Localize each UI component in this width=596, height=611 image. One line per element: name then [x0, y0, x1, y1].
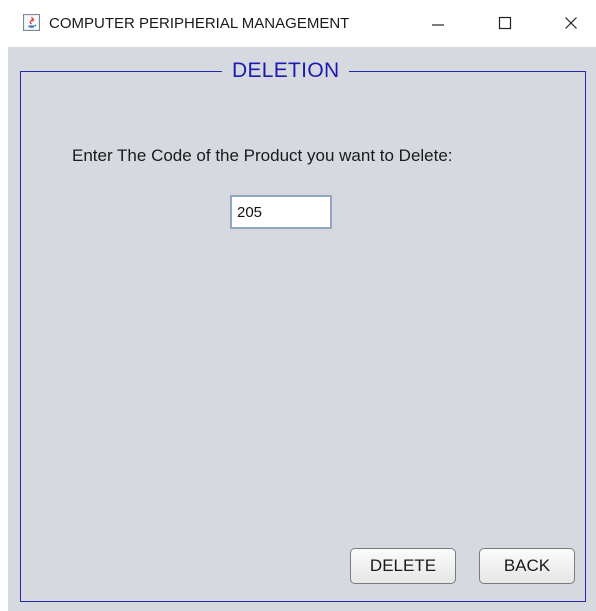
product-code-prompt: Enter The Code of the Product you want t… [72, 146, 453, 165]
minimize-button[interactable] [423, 10, 453, 36]
maximize-button[interactable] [490, 10, 520, 36]
window-title: COMPUTER PERIPHERIAL MANAGEMENT [49, 15, 350, 32]
application-window: COMPUTER PERIPHERIAL MANAGEMENT DELETION… [0, 0, 596, 611]
delete-button[interactable]: DELETE [350, 548, 456, 584]
minimize-icon [432, 24, 444, 26]
back-button[interactable]: BACK [479, 548, 575, 584]
close-icon [565, 17, 577, 29]
groupbox-legend: DELETION [222, 58, 350, 84]
title-bar[interactable]: COMPUTER PERIPHERIAL MANAGEMENT [0, 0, 596, 47]
product-code-input[interactable] [230, 195, 332, 229]
java-app-icon [23, 14, 40, 31]
close-button[interactable] [556, 10, 586, 36]
maximize-icon [498, 16, 512, 30]
content-panel: DELETION Enter The Code of the Product y… [8, 47, 596, 611]
